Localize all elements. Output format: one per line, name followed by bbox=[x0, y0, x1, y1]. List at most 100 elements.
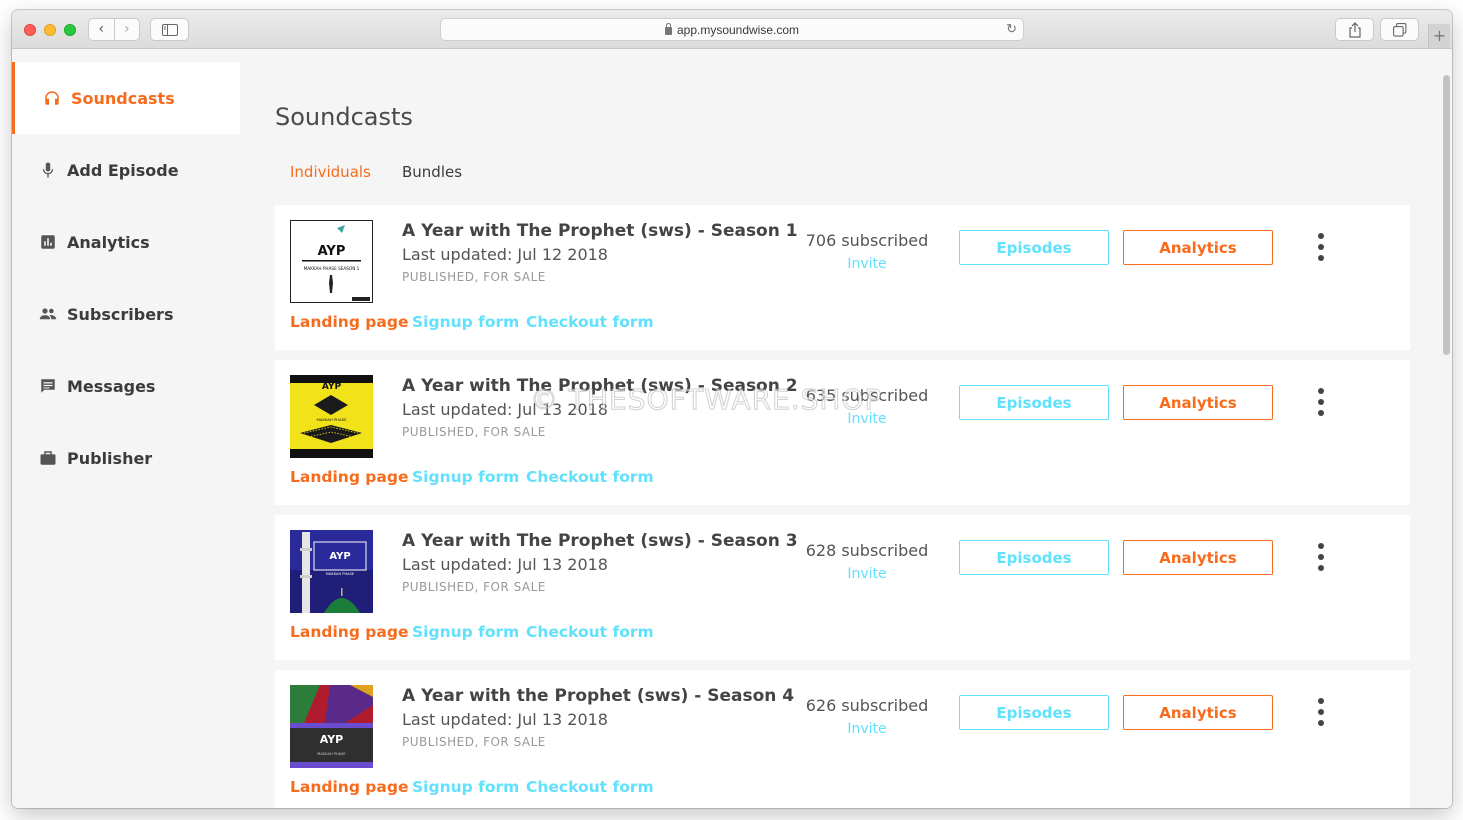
status-text: PUBLISHED, FOR SALE bbox=[402, 270, 546, 284]
browser-window: ‹ › app.mysoundwise.com ↻ + Soundcasts A… bbox=[12, 10, 1452, 808]
status-text: PUBLISHED, FOR SALE bbox=[402, 735, 546, 749]
status-text: PUBLISHED, FOR SALE bbox=[402, 425, 546, 439]
episodes-button[interactable]: Episodes bbox=[959, 540, 1109, 575]
sidebar-item-add-episode[interactable]: Add Episode bbox=[12, 134, 240, 206]
status-text: PUBLISHED, FOR SALE bbox=[402, 580, 546, 594]
address-bar[interactable]: app.mysoundwise.com ↻ bbox=[440, 18, 1024, 41]
last-updated-text: Last updated: Jul 13 2018 bbox=[402, 400, 608, 419]
invite-link[interactable]: Invite bbox=[790, 411, 944, 427]
subscriber-count: 628 subscribed bbox=[805, 541, 929, 560]
soundcast-card: AYP MAKKAH PHASE SEASON 1 A Year with Th… bbox=[275, 205, 1410, 350]
signup-form-link[interactable]: Signup form bbox=[412, 313, 519, 331]
message-icon bbox=[38, 376, 58, 396]
cover-title-text: AYP bbox=[320, 733, 344, 746]
checkout-form-link[interactable]: Checkout form bbox=[526, 313, 654, 331]
last-updated-text: Last updated: Jul 13 2018 bbox=[402, 710, 608, 729]
soundcast-cover-image[interactable]: AYP MAKKAH PHASE SEASON 1 bbox=[290, 220, 373, 303]
episodes-button[interactable]: Episodes bbox=[959, 385, 1109, 420]
episodes-button[interactable]: Episodes bbox=[959, 230, 1109, 265]
more-options-icon[interactable] bbox=[1313, 698, 1329, 726]
soundcast-cover-image[interactable]: AYP MAKKAH PHASE bbox=[290, 685, 373, 768]
checkout-form-link[interactable]: Checkout form bbox=[526, 623, 654, 641]
sidebar-item-messages[interactable]: Messages bbox=[12, 350, 240, 422]
zoom-window-button[interactable] bbox=[64, 24, 76, 36]
scrollbar-thumb[interactable] bbox=[1443, 75, 1450, 355]
more-options-icon[interactable] bbox=[1313, 233, 1329, 261]
last-updated-text: Last updated: Jul 13 2018 bbox=[402, 555, 608, 574]
page-title: Soundcasts bbox=[275, 103, 413, 131]
sidebar-item-label: Analytics bbox=[67, 232, 150, 252]
soundcast-card: AYP MAKKAH PHASE A Year with The Prophet… bbox=[275, 360, 1410, 505]
cover-subtitle-text: MAKKAH PHASE bbox=[317, 752, 346, 756]
vertical-scrollbar[interactable] bbox=[1440, 50, 1452, 808]
more-options-icon[interactable] bbox=[1313, 543, 1329, 571]
analytics-button[interactable]: Analytics bbox=[1123, 230, 1273, 265]
signup-form-link[interactable]: Signup form bbox=[412, 778, 519, 796]
sidebar-item-label: Messages bbox=[67, 376, 156, 396]
briefcase-icon bbox=[38, 448, 58, 468]
invite-link[interactable]: Invite bbox=[790, 256, 944, 272]
people-icon bbox=[38, 304, 58, 324]
cover-subtitle-text: MAKKAH PHASE SEASON 1 bbox=[304, 266, 360, 271]
invite-link[interactable]: Invite bbox=[790, 566, 944, 582]
checkout-form-link[interactable]: Checkout form bbox=[526, 778, 654, 796]
soundcast-cover-image[interactable]: AYP MAKKAH PHASE bbox=[290, 375, 373, 458]
soundcast-title[interactable]: A Year with The Prophet (sws) - Season 1 bbox=[402, 221, 798, 241]
subscriber-count: 635 subscribed bbox=[805, 386, 929, 405]
invite-link[interactable]: Invite bbox=[790, 721, 944, 737]
tab-overview-button[interactable] bbox=[1380, 18, 1419, 41]
soundcast-cover-image[interactable]: AYP MAKKAH PHASE bbox=[290, 530, 373, 613]
cover-title-text: AYP bbox=[329, 551, 350, 562]
tabs-icon bbox=[1392, 22, 1406, 37]
history-nav-group: ‹ › bbox=[88, 18, 140, 41]
signup-form-link[interactable]: Signup form bbox=[412, 623, 519, 641]
share-button[interactable] bbox=[1335, 18, 1374, 41]
sidebar-item-label: Soundcasts bbox=[71, 88, 175, 108]
soundcast-title[interactable]: A Year with The Prophet (sws) - Season 3 bbox=[402, 531, 798, 551]
microphone-icon bbox=[38, 160, 58, 180]
browser-toolbar: ‹ › app.mysoundwise.com ↻ + bbox=[12, 10, 1452, 49]
analytics-button[interactable]: Analytics bbox=[1123, 385, 1273, 420]
bar-chart-icon bbox=[38, 232, 58, 252]
lock-icon bbox=[664, 22, 672, 35]
soundcast-title[interactable]: A Year with the Prophet (sws) - Season 4 bbox=[402, 686, 794, 706]
sidebar-item-publisher[interactable]: Publisher bbox=[12, 422, 240, 494]
analytics-button[interactable]: Analytics bbox=[1123, 540, 1273, 575]
forward-arrow-icon[interactable]: › bbox=[115, 19, 140, 40]
landing-page-link[interactable]: Landing page bbox=[290, 313, 408, 331]
soundcast-title[interactable]: A Year with The Prophet (sws) - Season 2 bbox=[402, 376, 798, 396]
tab-bundles[interactable]: Bundles bbox=[402, 163, 462, 181]
last-updated-text: Last updated: Jul 12 2018 bbox=[402, 245, 608, 264]
landing-page-link[interactable]: Landing page bbox=[290, 623, 408, 641]
cover-subtitle-text: MAKKAH PHASE bbox=[317, 417, 348, 422]
sidebar-item-soundcasts[interactable]: Soundcasts bbox=[12, 62, 240, 134]
sidebar-item-label: Subscribers bbox=[67, 304, 174, 324]
sidebar-toggle-button[interactable] bbox=[150, 18, 189, 41]
sidebar-icon bbox=[161, 23, 178, 36]
checkout-form-link[interactable]: Checkout form bbox=[526, 468, 654, 486]
headphones-icon bbox=[42, 88, 62, 108]
landing-page-link[interactable]: Landing page bbox=[290, 468, 408, 486]
new-tab-button[interactable]: + bbox=[1428, 24, 1450, 48]
url-text: app.mysoundwise.com bbox=[676, 22, 800, 37]
sidebar-item-subscribers[interactable]: Subscribers bbox=[12, 278, 240, 350]
reload-icon[interactable]: ↻ bbox=[1006, 21, 1017, 37]
minimize-window-button[interactable] bbox=[44, 24, 56, 36]
cover-title-text: AYP bbox=[318, 244, 346, 259]
share-icon bbox=[1348, 21, 1361, 38]
sidebar-item-analytics[interactable]: Analytics bbox=[12, 206, 240, 278]
main-content: Soundcasts Individuals Bundles AYP MAKKA… bbox=[240, 50, 1440, 808]
subscriber-count: 706 subscribed bbox=[805, 231, 929, 250]
signup-form-link[interactable]: Signup form bbox=[412, 468, 519, 486]
close-window-button[interactable] bbox=[24, 24, 36, 36]
cover-subtitle-text: MAKKAH PHASE bbox=[326, 572, 355, 576]
subscriber-count: 626 subscribed bbox=[805, 696, 929, 715]
episodes-button[interactable]: Episodes bbox=[959, 695, 1109, 730]
soundcast-card: AYP MAKKAH PHASE A Year with The Prophet… bbox=[275, 515, 1410, 660]
analytics-button[interactable]: Analytics bbox=[1123, 695, 1273, 730]
more-options-icon[interactable] bbox=[1313, 388, 1329, 416]
soundcast-card: AYP MAKKAH PHASE A Year with the Prophet… bbox=[275, 670, 1410, 808]
tab-individuals[interactable]: Individuals bbox=[290, 163, 371, 181]
back-arrow-icon[interactable]: ‹ bbox=[89, 19, 115, 40]
landing-page-link[interactable]: Landing page bbox=[290, 778, 408, 796]
